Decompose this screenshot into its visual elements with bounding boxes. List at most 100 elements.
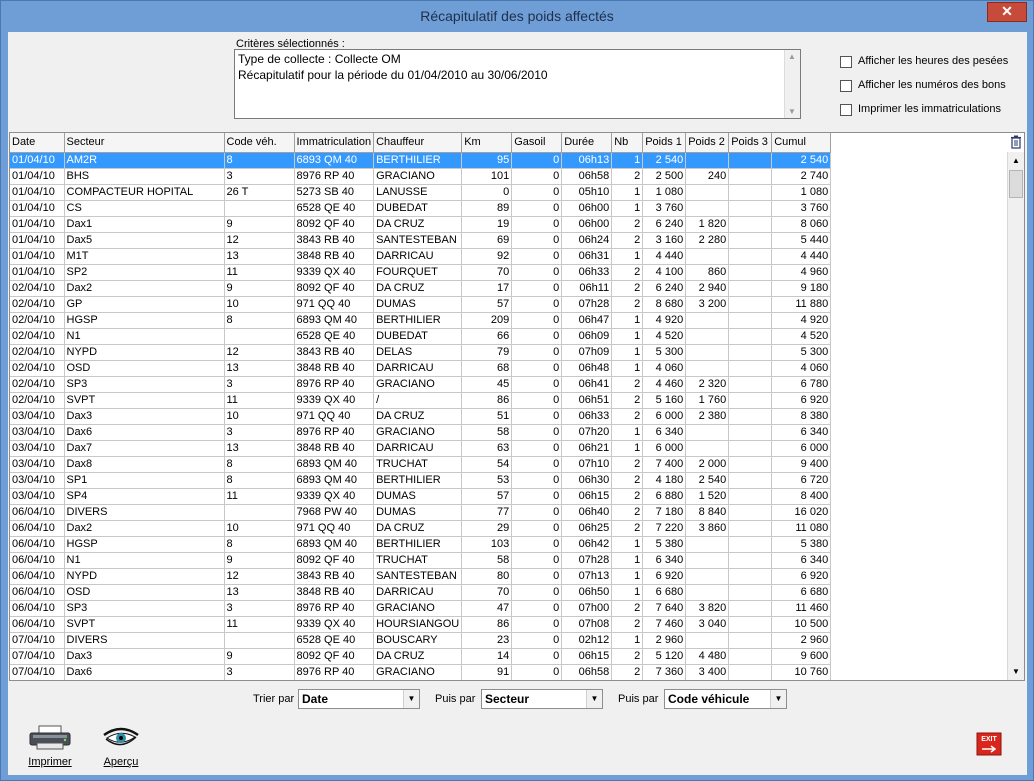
table-row[interactable]: 03/04/10 Dax6 3 8976 RP 40 GRACIANO 58 0 07h20 1…	[10, 424, 832, 441]
close-button[interactable]: ✕	[987, 2, 1027, 22]
column-header[interactable]: Immatriculation	[294, 133, 375, 153]
table-row[interactable]: 06/04/10 HGSP 8 6893 QM 40 BERTHILIER 103 0 06h…	[10, 536, 832, 553]
weights-table[interactable]: Date Secteur Code véh. Immatriculation Chauf…	[9, 132, 1025, 681]
chevron-down-icon[interactable]: ▼	[586, 690, 602, 708]
table-row[interactable]: 07/04/10 Dax6 3 8976 RP 40 GRACIANO 91 0 06h58 2…	[10, 664, 832, 680]
print-button[interactable]: Imprimer	[22, 725, 78, 768]
title-bar[interactable]: Récapitulatif des poids affectés ✕	[1, 1, 1033, 32]
table-cell: 8 840	[685, 504, 730, 521]
table-cell: 0	[511, 648, 563, 665]
column-header[interactable]: Secteur	[64, 133, 225, 153]
table-row[interactable]: 02/04/10 NYPD 12 3843 RB 40 DELAS 79 0 07h09 1 5 …	[10, 344, 832, 361]
table-cell: 5 300	[642, 344, 687, 361]
table-row[interactable]: 03/04/10 SP1 8 6893 QM 40 BERTHILIER 53 0 06h30…	[10, 472, 832, 489]
chevron-down-icon[interactable]: ▼	[770, 690, 786, 708]
table-cell	[728, 392, 773, 409]
table-row[interactable]: 03/04/10 Dax8 8 6893 QM 40 TRUCHAT 54 0 07h10 2 7…	[10, 456, 832, 473]
table-row[interactable]: 02/04/10 SVPT 11 9339 QX 40/86 0 06h51 2 5 160 1…	[10, 392, 832, 409]
checkbox[interactable]	[840, 56, 852, 68]
table-row[interactable]: 02/04/10 N1 6528 QE 40 DUBEDAT 66 0 06h09 1 4 52…	[10, 328, 832, 345]
table-cell: 1	[611, 424, 644, 441]
table-row[interactable]: 03/04/10 Dax7 13 3848 RB 40 DARRICAU 63 0 06h21…	[10, 440, 832, 457]
table-row[interactable]: 06/04/10 OSD 13 3848 RB 40 DARRICAU 70 0 06h50 1…	[10, 584, 832, 601]
table-row[interactable]: 01/04/10 CS 6528 QE 40 DUBEDAT 89 0 06h00 1 3 76…	[10, 200, 832, 217]
column-header[interactable]: Km	[461, 133, 513, 153]
table-row[interactable]: 03/04/10 Dax3 10 971 QQ 40 DA CRUZ 51 0 06h33 2 6…	[10, 408, 832, 425]
sort-select-2[interactable]: Secteur ▼	[481, 689, 603, 709]
table-scrollbar[interactable]: ▲ ▼	[1007, 152, 1024, 680]
table-cell: 9339 QX 40	[294, 616, 375, 633]
table-cell: 0	[511, 616, 563, 633]
scroll-down-icon[interactable]: ▼	[1008, 663, 1024, 680]
table-row[interactable]: 02/04/10 HGSP 8 6893 QM 40 BERTHILIER 209 0 06h…	[10, 312, 832, 329]
table-cell: 2	[611, 616, 644, 633]
column-header[interactable]: Poids 1	[642, 133, 687, 153]
table-cell: 2 000	[685, 456, 730, 473]
table-cell: 5 120	[642, 648, 687, 665]
table-row[interactable]: 01/04/10 Dax1 9 8092 QF 40 DA CRUZ 19 0 06h00 2 6…	[10, 216, 832, 233]
scroll-up-icon[interactable]: ▲	[1008, 152, 1024, 169]
column-header[interactable]: Durée	[561, 133, 613, 153]
criteria-scrollbar[interactable]: ▲ ▼	[784, 50, 800, 118]
column-header[interactable]: Poids 2	[685, 133, 730, 153]
table-cell: 4 060	[771, 360, 832, 377]
column-header[interactable]: Code véh.	[224, 133, 295, 153]
table-cell: DARRICAU	[373, 360, 463, 377]
table-row[interactable]: 01/04/10 SP2 11 9339 QX 40 FOURQUET 70 0 06h33 2…	[10, 264, 832, 281]
table-cell: 12	[224, 344, 295, 361]
chevron-down-icon[interactable]: ▼	[403, 690, 419, 708]
table-row[interactable]: 06/04/10 NYPD 12 3843 RB 40 SANTESTEBAN 80 0 07…	[10, 568, 832, 585]
column-header[interactable]: Nb	[611, 133, 644, 153]
table-row[interactable]: 02/04/10 Dax2 9 8092 QF 40 DA CRUZ 17 0 06h11 2 6…	[10, 280, 832, 297]
table-cell: 2 540	[642, 152, 687, 169]
table-cell: 06h15	[561, 488, 613, 505]
preview-button[interactable]: Aperçu	[96, 725, 146, 768]
column-header[interactable]: Poids 3	[728, 133, 773, 153]
table-cell: 0	[511, 312, 563, 329]
column-header[interactable]: Cumul	[771, 133, 832, 153]
table-row[interactable]: 07/04/10 Dax3 9 8092 QF 40 DA CRUZ 14 0 06h15 2 5…	[10, 648, 832, 665]
column-header[interactable]: Date	[10, 133, 65, 153]
table-cell: 0	[511, 552, 563, 569]
table-row[interactable]: 01/04/10 AM2R 8 6893 QM 40 BERTHILIER 95 0 06h1…	[10, 152, 832, 169]
table-row[interactable]: 06/04/10 N1 9 8092 QF 40 TRUCHAT 58 0 07h28 1 6 3…	[10, 552, 832, 569]
checkbox[interactable]	[840, 104, 852, 116]
table-cell: 5 160	[642, 392, 687, 409]
table-row[interactable]: 06/04/10 DIVERS 7968 PW 40 DUMAS 77 0 06h40 2 7 …	[10, 504, 832, 521]
column-header[interactable]: Gasoil	[511, 133, 563, 153]
table-row[interactable]: 06/04/10 SP3 3 8976 RP 40 GRACIANO 47 0 07h00 2 7…	[10, 600, 832, 617]
table-row[interactable]: 01/04/10 Dax5 12 3843 RB 40 SANTESTEBAN 69 0 06…	[10, 232, 832, 249]
table-cell: 06h42	[561, 536, 613, 553]
table-cell: 11 460	[771, 600, 832, 617]
scroll-down-icon[interactable]: ▼	[788, 107, 796, 116]
table-cell	[728, 632, 773, 649]
table-row[interactable]: 01/04/10 BHS 3 8976 RP 40 GRACIANO 101 0 06h58 2…	[10, 168, 832, 185]
table-cell: 06/04/10	[10, 616, 65, 633]
table-cell: 4 960	[771, 264, 832, 281]
table-row[interactable]: 01/04/10 COMPACTEUR HOPITAL 26 T 5273 SB 40…	[10, 184, 832, 201]
table-row[interactable]: 06/04/10 Dax2 10 971 QQ 40 DA CRUZ 29 0 06h25 2 7…	[10, 520, 832, 537]
table-row[interactable]: 02/04/10 OSD 13 3848 RB 40 DARRICAU 68 0 06h48 1…	[10, 360, 832, 377]
table-cell: 92	[461, 248, 513, 265]
sort-select-3[interactable]: Code véhicule ▼	[664, 689, 787, 709]
table-cell: 02/04/10	[10, 392, 65, 409]
table-row[interactable]: 02/04/10 SP3 3 8976 RP 40 GRACIANO 45 0 06h41 2 4…	[10, 376, 832, 393]
table-cell	[728, 328, 773, 345]
table-cell: 01/04/10	[10, 264, 65, 281]
column-header[interactable]: Chauffeur	[373, 133, 463, 153]
scroll-thumb[interactable]	[1009, 170, 1023, 198]
table-row[interactable]: 07/04/10 DIVERS 6528 QE 40 BOUSCARY 23 0 02h12…	[10, 632, 832, 649]
table-cell: 4 520	[771, 328, 832, 345]
table-cell	[728, 664, 773, 680]
table-cell: 2	[611, 488, 644, 505]
table-row[interactable]: 03/04/10 SP4 11 9339 QX 40 DUMAS 57 0 06h15 2 6 8…	[10, 488, 832, 505]
table-cell: 8	[224, 152, 295, 169]
exit-icon[interactable]: EXIT	[976, 732, 1002, 756]
scroll-up-icon[interactable]: ▲	[788, 52, 796, 61]
trash-icon[interactable]	[1010, 135, 1022, 149]
checkbox[interactable]	[840, 80, 852, 92]
table-row[interactable]: 01/04/10 M1T 13 3848 RB 40 DARRICAU 92 0 06h31 1…	[10, 248, 832, 265]
sort-select-1[interactable]: Date ▼	[298, 689, 420, 709]
table-row[interactable]: 06/04/10 SVPT 11 9339 QX 40 HOURSIANGOU 86 0 07…	[10, 616, 832, 633]
table-row[interactable]: 02/04/10 GP 10 971 QQ 40 DUMAS 57 0 07h28 2 8 680…	[10, 296, 832, 313]
